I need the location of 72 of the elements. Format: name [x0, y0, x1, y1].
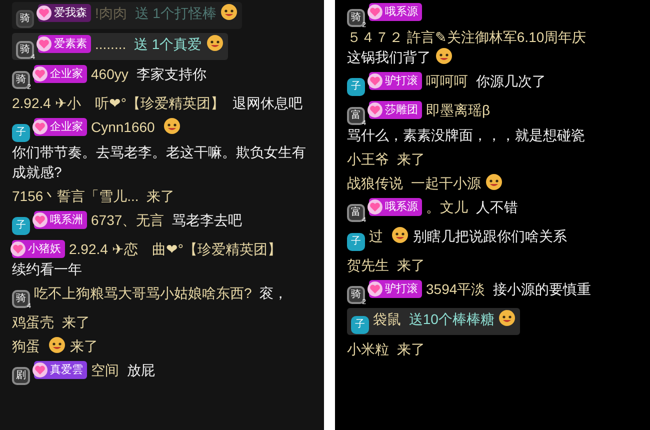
level-char: 骑	[20, 45, 30, 55]
message-text: 骂什么，素素没牌面，，，就是想碰瓷	[347, 126, 585, 145]
message-text: 续约看一年	[12, 260, 82, 279]
fan-label: 驴打滚	[385, 284, 418, 294]
fan-label: 哦系洲	[50, 214, 83, 226]
user-name: 7156丶誓言「雪儿...	[12, 187, 139, 206]
fan-label: 爱我森	[54, 8, 87, 18]
message-text: 你源几次了	[476, 72, 546, 91]
fan-label: 驴打滚	[385, 76, 418, 86]
user-name: 即墨离瑶β	[426, 101, 490, 120]
level-char: 骑	[351, 290, 361, 300]
fan-label: 哦系源	[385, 202, 418, 212]
message-text: 来了	[396, 150, 425, 169]
message-text: 别瞎几把说跟你们啥关系	[412, 227, 567, 246]
user-name: 小王爷	[347, 150, 389, 169]
user-name: 2.92.4 ✈小 听❤°【珍爱精英团】	[12, 94, 224, 113]
message-text: 接小源的要慎重	[493, 280, 592, 299]
user-name: 6737、无言	[91, 211, 164, 230]
message-text: 人不错	[476, 198, 518, 217]
user-name: Cynn1660	[91, 118, 155, 137]
user-name: 狗蛋	[12, 337, 40, 356]
user-name: ........	[95, 35, 126, 54]
message-text: 来了	[62, 313, 90, 332]
message-text: 退网休息吧	[232, 94, 302, 113]
level-char: 富	[351, 208, 361, 218]
fan-label: 小猪妖	[28, 244, 61, 254]
user-name: 3594平淡	[426, 280, 486, 299]
gift-text: 送10个棒棒糖	[408, 310, 494, 329]
message-text: 来了	[396, 256, 425, 275]
message-text: 李家支持你	[136, 65, 206, 84]
message-text: 放屁	[126, 361, 155, 380]
message-text: 来了	[70, 337, 98, 356]
level-char: 剧	[16, 371, 26, 381]
fan-label: 哦系源	[385, 6, 418, 18]
user-name: 2.92.4 ✈恋 曲❤°【珍爱精英团】	[69, 240, 282, 259]
user-name: 吃不上狗粮骂大哥骂小姑娘啥东西?	[34, 284, 252, 303]
message-text: 来了	[146, 187, 175, 206]
level-char: 子	[16, 128, 26, 138]
level-char: 骑	[20, 14, 30, 24]
user-name: 战狼传说	[347, 174, 403, 193]
user-name: 空间	[91, 361, 119, 380]
message-text: 衮，	[260, 284, 288, 303]
fan-label: 莎雕团	[385, 104, 418, 116]
message-text: 骂老李去吧	[172, 211, 242, 230]
user-name: 460yy	[91, 65, 128, 84]
level-char: 子	[355, 320, 365, 330]
level-char: 子	[351, 82, 361, 92]
level-char: 富	[351, 111, 361, 121]
user-name: 小米粒	[347, 340, 389, 359]
level-char: 骑	[16, 75, 26, 85]
user-name: 过	[369, 227, 383, 246]
user-name: !肉肉	[95, 4, 127, 23]
level-char: 子	[16, 221, 26, 231]
gift-text: 送 1个真爱	[134, 35, 202, 54]
level-char: 骑	[16, 294, 26, 304]
level-char: 子	[351, 237, 361, 247]
message-text: 一起干小源	[410, 174, 481, 193]
message-text: 这锅我们背了	[347, 48, 431, 67]
user-name: 贺先生	[347, 256, 389, 275]
gift-text: 送 1个打怪棒	[134, 4, 216, 23]
fan-label: 爱素素	[54, 38, 87, 50]
user-name: 。文儿	[426, 198, 468, 217]
user-name: ５４７２ 許言✎关注御林军6.10周年庆	[347, 28, 586, 47]
message-text: 来了	[396, 340, 425, 359]
user-name: 呵呵呵	[426, 72, 468, 91]
user-name: 袋鼠	[373, 310, 401, 329]
fan-label: 真爱雲	[50, 364, 83, 376]
fan-label: 企业家	[50, 122, 83, 132]
fan-label: 企业家	[50, 68, 83, 80]
level-char: 骑	[351, 13, 361, 23]
user-name: 鸡蛋壳	[12, 313, 54, 332]
message-text: 你们带节奏。去骂老李。老这干嘛。欺负女生有成就感?	[12, 143, 307, 182]
